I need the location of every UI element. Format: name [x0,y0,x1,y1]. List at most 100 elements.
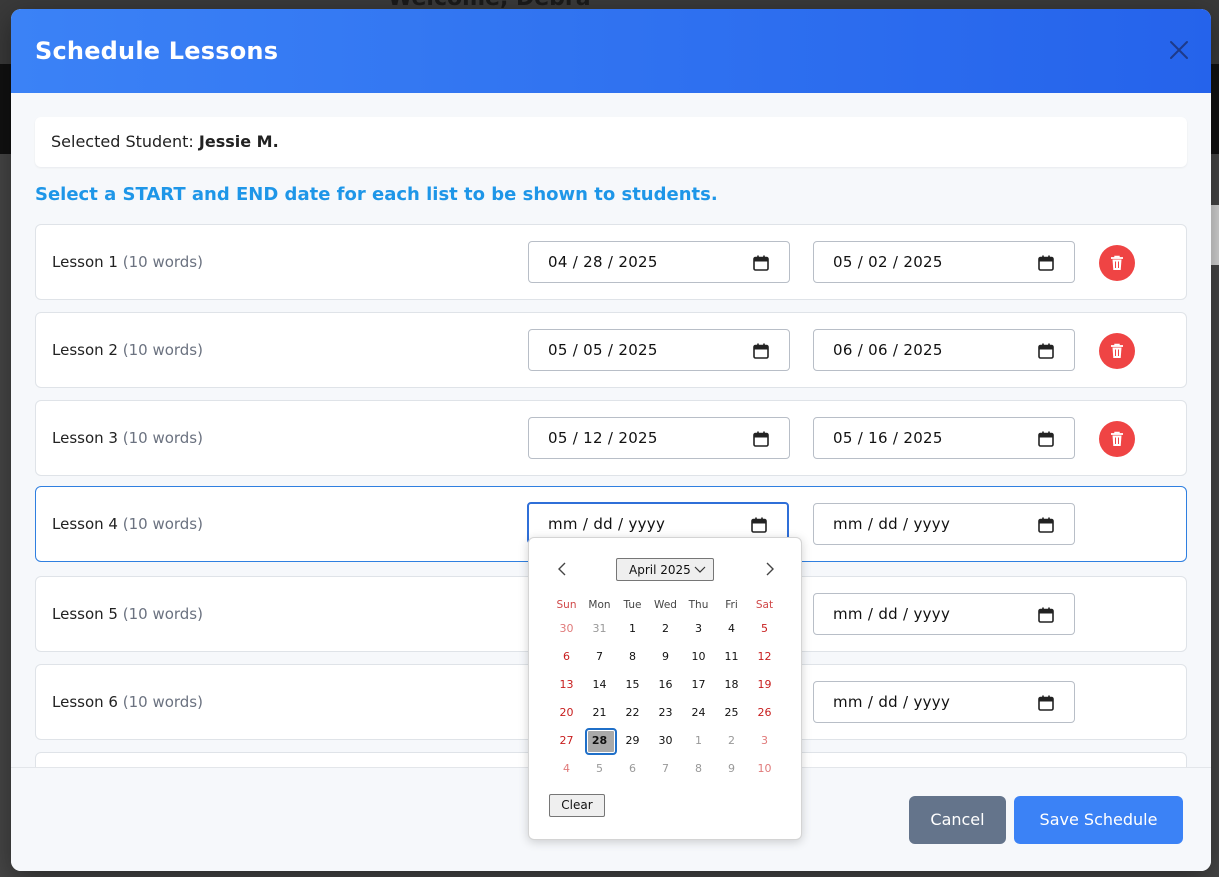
calendar-day[interactable]: 30 [649,727,682,755]
start-date-input[interactable]: 05 / 12 / 2025 [528,417,790,459]
calendar-day[interactable]: 5 [748,615,781,643]
calendar-icon[interactable] [1037,606,1055,624]
chevron-down-icon [694,566,706,573]
calendar-day[interactable]: 8 [616,643,649,671]
lesson-row: Lesson 1 (10 words) 04 / 28 / 2025 05 / 02… [35,224,1187,300]
calendar-day[interactable]: 9 [649,643,682,671]
calendar-day[interactable]: 2 [649,615,682,643]
selected-student-name: Jessie M. [198,132,279,151]
lesson-name: Lesson 1 [52,253,118,271]
calendar-day[interactable]: 31 [583,615,616,643]
selected-student-label: Selected Student: [51,132,194,151]
end-date-value: mm / dd / yyyy [833,693,951,711]
weekday-header: Fri [725,599,738,611]
calendar-day[interactable]: 20 [550,699,583,727]
calendar-day[interactable]: 26 [748,699,781,727]
end-date-value: mm / dd / yyyy [833,605,951,623]
start-date-value: 04 / 28 / 2025 [548,253,658,271]
calendar-day[interactable]: 27 [550,727,583,755]
weekday-header: Sun [556,599,577,611]
end-date-input[interactable]: 05 / 02 / 2025 [813,241,1075,283]
lesson-word-count: (10 words) [122,341,203,359]
calendar-icon[interactable] [750,516,768,534]
modal-header: Schedule Lessons [11,9,1211,93]
start-date-input[interactable]: 04 / 28 / 2025 [528,241,790,283]
calendar-day[interactable]: 6 [550,643,583,671]
calendar-day[interactable]: 25 [715,699,748,727]
calendar-day[interactable]: 3 [748,727,781,755]
start-date-value: 05 / 12 / 2025 [548,429,658,447]
calendar-day[interactable]: 15 [616,671,649,699]
lesson-row: Lesson 2 (10 words) 05 / 05 / 2025 06 / 06… [35,312,1187,388]
calendar-icon[interactable] [752,342,770,360]
selected-student-card: Selected Student: Jessie M. [35,117,1187,167]
delete-lesson-button[interactable] [1099,333,1135,369]
calendar-day[interactable]: 19 [748,671,781,699]
calendar-day[interactable]: 7 [583,643,616,671]
calendar-day[interactable]: 4 [715,615,748,643]
calendar-icon[interactable] [1037,342,1055,360]
trash-icon [1111,343,1123,358]
calendar-icon[interactable] [1037,694,1055,712]
calendar-icon[interactable] [1037,430,1055,448]
previous-month-button[interactable] [556,561,570,577]
calendar-day[interactable]: 13 [550,671,583,699]
end-date-value: 05 / 02 / 2025 [833,253,943,271]
calendar-day[interactable]: 22 [616,699,649,727]
end-date-input[interactable]: 06 / 06 / 2025 [813,329,1075,371]
calendar-day[interactable]: 30 [550,615,583,643]
lesson-label: Lesson 4 (10 words) [52,515,203,533]
lesson-name: Lesson 4 [52,515,118,533]
cancel-button[interactable]: Cancel [909,796,1006,844]
calendar-day[interactable]: 21 [583,699,616,727]
calendar-icon[interactable] [752,254,770,272]
lesson-name: Lesson 5 [52,605,118,623]
calendar-day[interactable]: 14 [583,671,616,699]
calendar-day[interactable]: 10 [748,755,781,783]
start-date-input[interactable]: 05 / 05 / 2025 [528,329,790,371]
calendar-day-selected[interactable]: 28 [583,727,617,755]
modal-title: Schedule Lessons [35,37,279,65]
calendar-day[interactable]: 18 [715,671,748,699]
lesson-row: Lesson 3 (10 words) 05 / 12 / 2025 05 / 16… [35,400,1187,476]
calendar-day[interactable]: 24 [682,699,715,727]
calendar-day[interactable]: 1 [682,727,715,755]
end-date-value: mm / dd / yyyy [833,515,951,533]
next-month-button[interactable] [762,561,776,577]
calendar-day[interactable]: 2 [715,727,748,755]
trash-icon [1111,431,1123,446]
calendar-icon[interactable] [1037,516,1055,534]
save-schedule-button[interactable]: Save Schedule [1014,796,1183,844]
calendar-day[interactable]: 6 [616,755,649,783]
selected-student-text: Selected Student: Jessie M. [51,132,279,151]
close-button[interactable] [1167,38,1191,62]
calendar-day[interactable]: 29 [616,727,649,755]
calendar-icon[interactable] [1037,254,1055,272]
calendar-day[interactable]: 23 [649,699,682,727]
calendar-day[interactable]: 9 [715,755,748,783]
end-date-input[interactable]: mm / dd / yyyy [813,593,1075,635]
end-date-input[interactable]: mm / dd / yyyy [813,681,1075,723]
calendar-icon[interactable] [752,430,770,448]
chevron-left-icon [558,562,566,576]
clear-date-button[interactable]: Clear [549,794,605,817]
calendar-day[interactable]: 8 [682,755,715,783]
lesson-label: Lesson 2 (10 words) [52,341,203,359]
calendar-day[interactable]: 12 [748,643,781,671]
chevron-right-icon [766,562,774,576]
lesson-label: Lesson 1 (10 words) [52,253,203,271]
calendar-day[interactable]: 1 [616,615,649,643]
calendar-day[interactable]: 3 [682,615,715,643]
delete-lesson-button[interactable] [1099,245,1135,281]
delete-lesson-button[interactable] [1099,421,1135,457]
calendar-day[interactable]: 16 [649,671,682,699]
calendar-day[interactable]: 11 [715,643,748,671]
month-year-select[interactable]: April 2025 [616,558,714,581]
end-date-input[interactable]: 05 / 16 / 2025 [813,417,1075,459]
calendar-day[interactable]: 7 [649,755,682,783]
calendar-day[interactable]: 5 [583,755,616,783]
calendar-day[interactable]: 17 [682,671,715,699]
end-date-input[interactable]: mm / dd / yyyy [813,503,1075,545]
calendar-day[interactable]: 10 [682,643,715,671]
calendar-day[interactable]: 4 [550,755,583,783]
